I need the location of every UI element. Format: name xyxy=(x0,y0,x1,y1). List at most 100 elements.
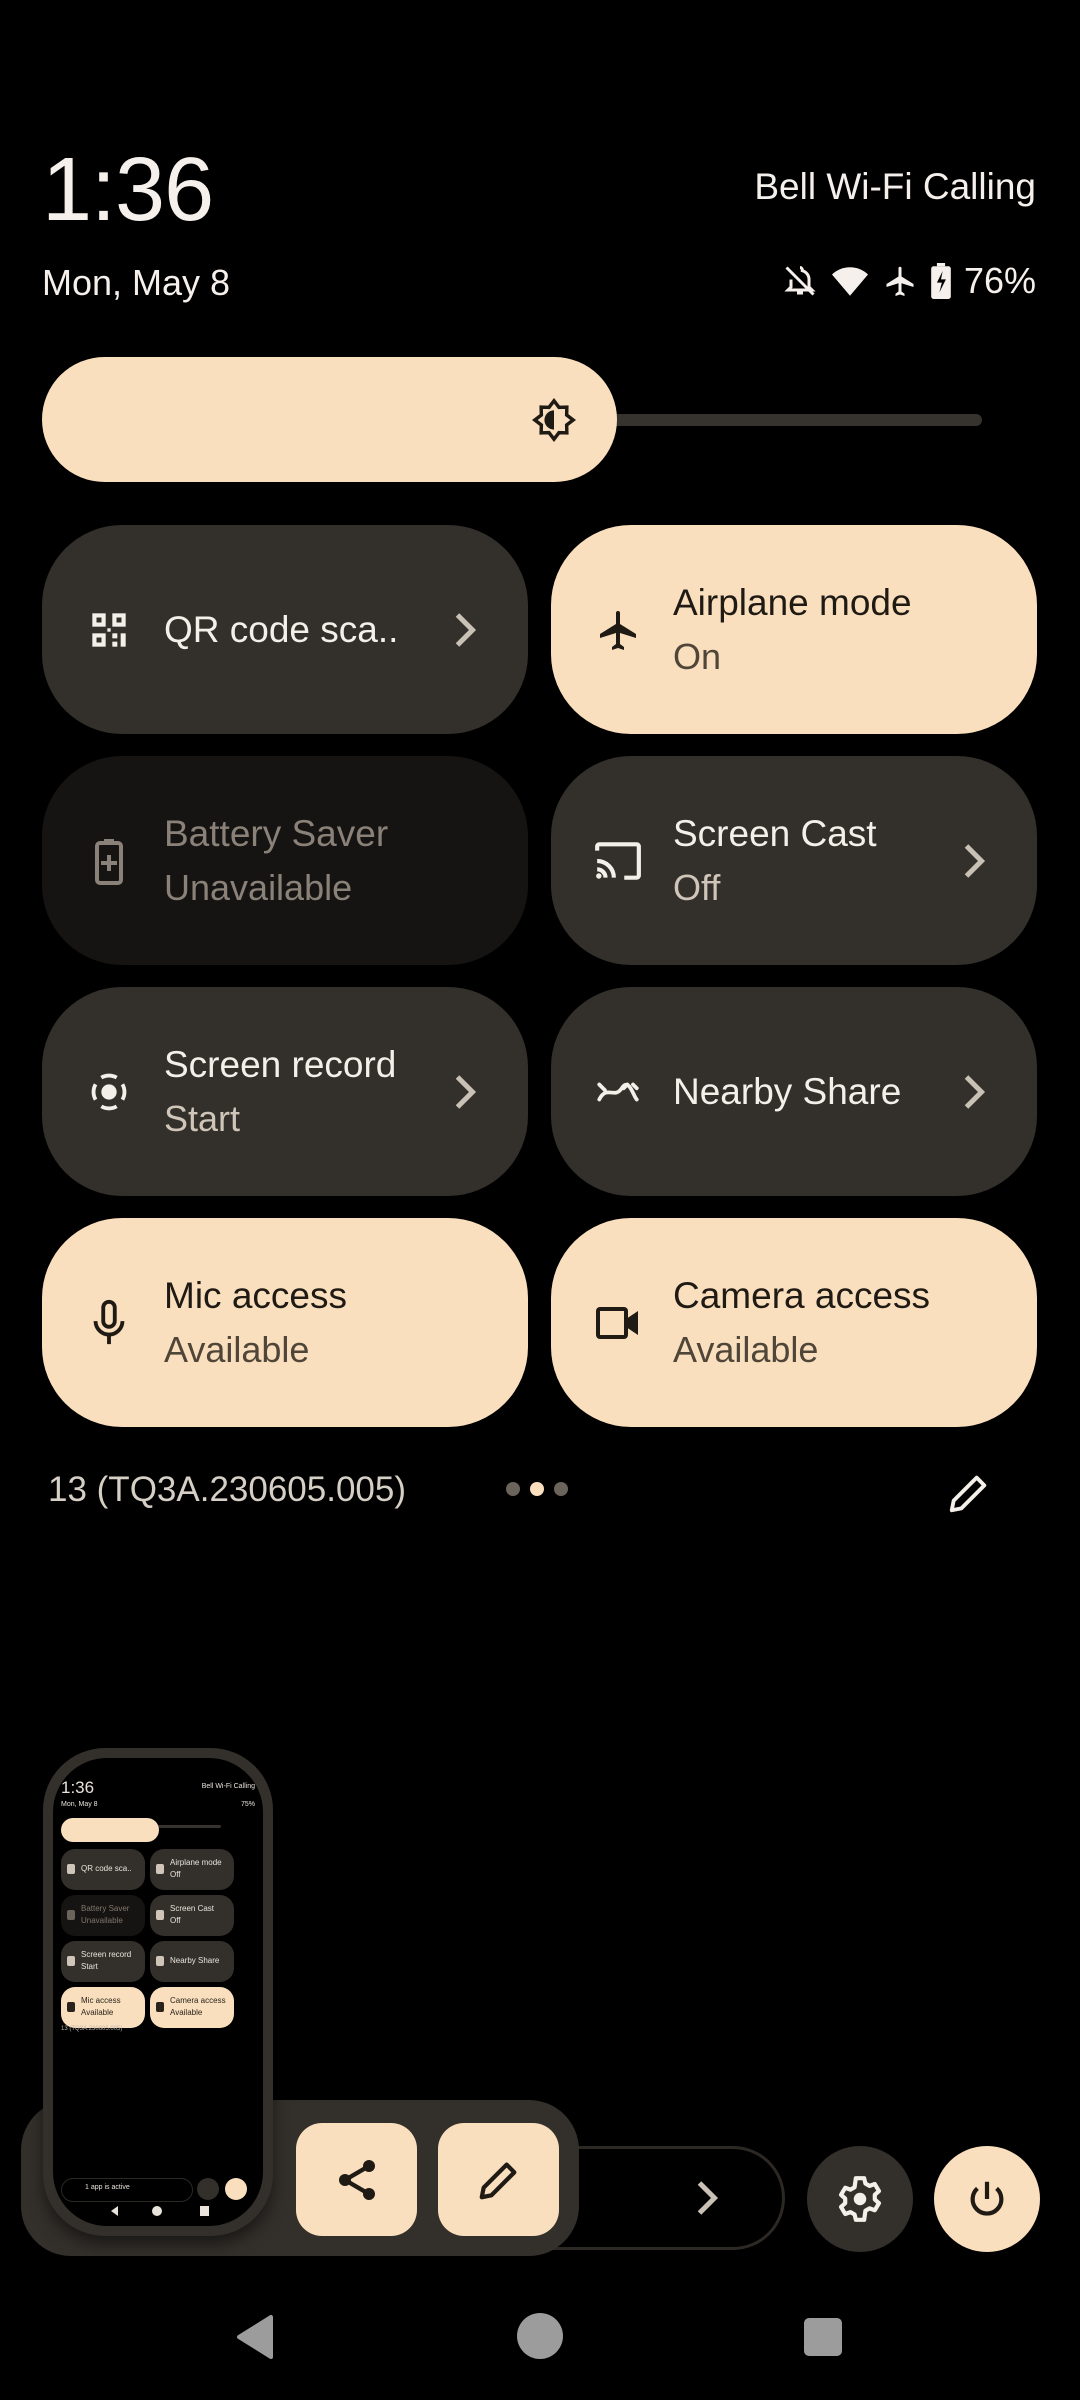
tile-nearby-share[interactable]: Nearby Share xyxy=(551,987,1037,1196)
tile-text: Screen Cast Off xyxy=(673,811,959,911)
tile-title: Battery Saver xyxy=(164,812,389,854)
thumb-tile-icon xyxy=(67,2002,75,2012)
clock[interactable]: 1:36 xyxy=(42,140,214,240)
thumb-tile-subtitle: Unavailable xyxy=(81,1916,123,1925)
tile-subtitle: Available xyxy=(164,1328,310,1370)
tile-text: Airplane mode On xyxy=(673,580,1037,680)
thumb-tile: Screen record Start xyxy=(61,1941,145,1982)
thumb-tile-title: Nearby Share xyxy=(170,1956,220,1965)
chevron-right-icon xyxy=(959,1072,989,1112)
recents-button[interactable] xyxy=(804,2318,842,2356)
settings-button[interactable] xyxy=(807,2146,913,2252)
qr-code-icon xyxy=(84,605,134,655)
tile-title: Airplane mode xyxy=(673,581,912,623)
tile-text: Nearby Share xyxy=(673,1069,959,1115)
tile-title: QR code sca.. xyxy=(164,608,399,650)
thumb-tile-subtitle: Off xyxy=(170,1870,181,1879)
airplane-icon xyxy=(882,263,918,299)
tile-screen-cast[interactable]: Screen Cast Off xyxy=(551,756,1037,965)
chevron-right-icon xyxy=(450,610,480,650)
brightness-slider-track[interactable] xyxy=(560,414,982,426)
battery-charging-icon xyxy=(930,263,952,299)
cast-icon xyxy=(593,836,643,886)
tile-text: Battery Saver Unavailable xyxy=(164,811,528,911)
tile-title: Screen record xyxy=(164,1043,397,1085)
thumb-tile-title: QR code sca.. xyxy=(81,1864,132,1873)
share-screenshot-button[interactable] xyxy=(296,2123,417,2236)
thumb-tile-title: Mic access xyxy=(81,1996,121,2005)
share-icon xyxy=(338,2159,375,2200)
thumb-tile-icon xyxy=(67,1956,75,1966)
edit-screenshot-button[interactable] xyxy=(438,2123,559,2236)
tile-title: Nearby Share xyxy=(673,1070,902,1112)
tile-subtitle: On xyxy=(673,635,722,677)
thumb-active-apps: 1 app is active xyxy=(85,2184,130,2191)
thumb-battery: 75% xyxy=(240,1801,255,1808)
chevron-right-icon xyxy=(959,841,989,881)
power-button[interactable] xyxy=(934,2146,1040,2252)
build-number[interactable]: 13 (TQ3A.230605.005) xyxy=(48,1470,406,1510)
thumb-tile-icon xyxy=(156,1910,164,1920)
thumb-tile-icon xyxy=(156,2002,164,2012)
thumb-tile-subtitle: Start xyxy=(81,1962,98,1971)
thumb-tile-title: Camera access xyxy=(170,1996,226,2005)
thumb-tile: Nearby Share xyxy=(150,1941,234,1982)
edit-tiles-button[interactable] xyxy=(946,1470,992,1516)
nearby-share-icon xyxy=(593,1067,643,1117)
page-dot-2 xyxy=(530,1482,544,1496)
airplane-icon xyxy=(593,605,643,655)
tile-subtitle: Available xyxy=(673,1328,819,1370)
brightness-icon xyxy=(531,397,577,443)
tile-title: Camera access xyxy=(673,1274,931,1316)
pencil-icon xyxy=(479,2162,516,2199)
tile-camera[interactable]: Camera access Available xyxy=(551,1218,1037,1427)
chevron-right-icon xyxy=(450,1072,480,1112)
tile-qr[interactable]: QR code sca.. xyxy=(42,525,528,734)
thumb-home-icon xyxy=(152,2206,162,2216)
page-dot-1 xyxy=(506,1482,520,1496)
thumb-tile-title: Airplane mode xyxy=(170,1858,222,1867)
date-label[interactable]: Mon, May 8 xyxy=(42,262,230,304)
pencil-icon xyxy=(949,1475,987,1513)
home-button[interactable] xyxy=(517,2313,563,2359)
thumb-build: 13 (TQ3A.230605.005) xyxy=(61,2026,123,2032)
thumb-recents-icon xyxy=(200,2206,209,2216)
back-button[interactable] xyxy=(233,2313,277,2366)
tile-title: Screen Cast xyxy=(673,812,877,854)
chevron-right-icon xyxy=(692,2178,722,2218)
carrier-label: Bell Wi-Fi Calling xyxy=(754,166,1036,207)
thumb-tile-subtitle: Available xyxy=(170,2008,203,2017)
back-icon xyxy=(237,2315,273,2359)
thumb-tile: Camera access Available xyxy=(150,1987,234,2028)
page-dot-3 xyxy=(554,1482,568,1496)
battery-saver-icon xyxy=(84,836,134,886)
thumb-tile: Airplane mode Off xyxy=(150,1849,234,1890)
tile-battery-saver[interactable]: Battery Saver Unavailable xyxy=(42,756,528,965)
camera-icon xyxy=(593,1298,643,1348)
thumb-tile-icon xyxy=(67,1864,75,1874)
thumb-tile: QR code sca.. xyxy=(61,1849,145,1890)
thumb-brightness-slider xyxy=(61,1818,159,1842)
tile-airplane[interactable]: Airplane mode On xyxy=(551,525,1037,734)
thumb-tile: Screen Cast Off xyxy=(150,1895,234,1936)
bell-off-icon xyxy=(782,263,818,299)
tile-text: Camera access Available xyxy=(673,1273,1037,1373)
power-icon xyxy=(970,2181,1004,2216)
thumb-tile: Battery Saver Unavailable xyxy=(61,1895,145,1936)
page-indicator xyxy=(506,1482,568,1496)
tile-screen-record[interactable]: Screen record Start xyxy=(42,987,528,1196)
tile-text: Mic access Available xyxy=(164,1273,528,1373)
thumb-tile-icon xyxy=(156,1956,164,1966)
status-icons: 76% xyxy=(782,260,1036,302)
thumb-tile-title: Screen record xyxy=(81,1950,132,1959)
tile-mic[interactable]: Mic access Available xyxy=(42,1218,528,1427)
thumb-date: Mon, May 8 xyxy=(61,1801,98,1808)
tile-subtitle: Start xyxy=(164,1097,241,1139)
thumb-tile-subtitle: Off xyxy=(170,1916,181,1925)
screen-record-icon xyxy=(84,1067,134,1117)
screenshot-thumbnail-image[interactable]: 1:36 Bell Wi-Fi Calling Mon, May 8 75% Q… xyxy=(53,1758,263,2226)
thumb-carrier: Bell Wi-Fi Calling xyxy=(201,1783,255,1790)
thumb-settings-button xyxy=(197,2178,219,2200)
tile-text: Screen record Start xyxy=(164,1042,450,1142)
tile-text: QR code sca.. xyxy=(164,607,450,653)
